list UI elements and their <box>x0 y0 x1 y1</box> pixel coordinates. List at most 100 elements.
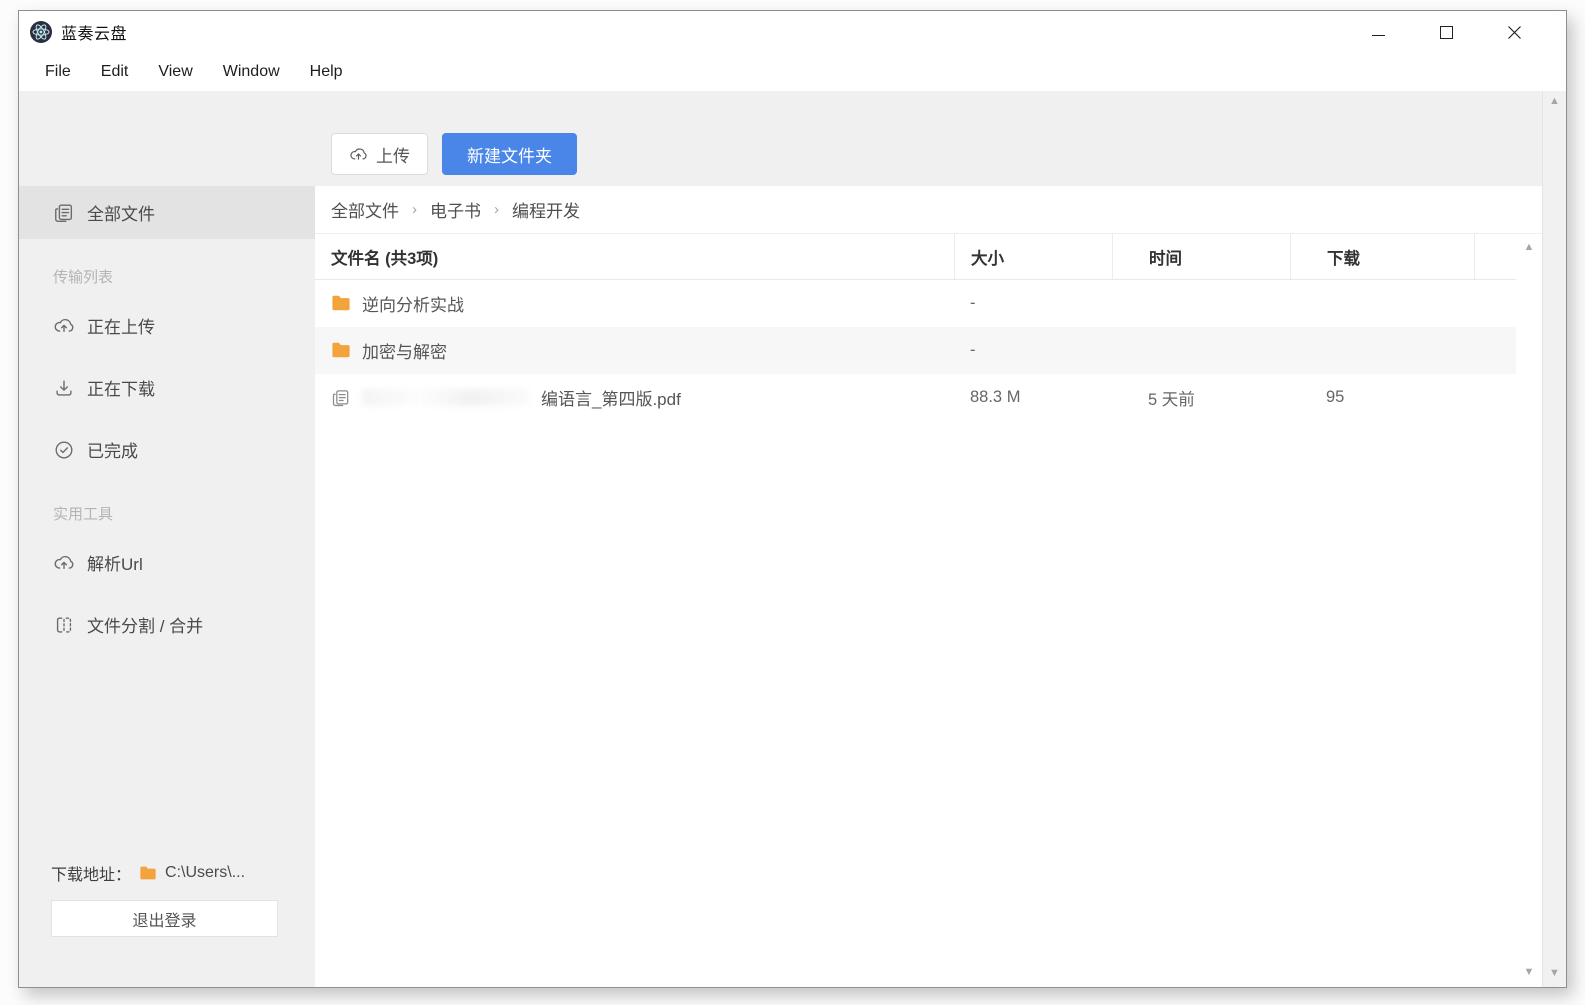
cell-downloads <box>1290 280 1474 327</box>
check-circle-icon <box>53 439 75 461</box>
sidebar-item[interactable]: 已完成 <box>19 423 315 476</box>
cell-size: - <box>954 280 1112 327</box>
file-icon <box>331 388 351 408</box>
table-scroll-down-icon[interactable]: ▼ <box>1524 967 1535 978</box>
cloud-upload-icon <box>53 552 75 574</box>
title-bar: 蓝奏云盘 <box>19 11 1566 53</box>
sidebar: 全部文件传输列表正在上传正在下载已完成实用工具解析Url 文件分割 / 合并 下载… <box>19 91 315 987</box>
sidebar-item[interactable]: 全部文件 <box>19 186 315 239</box>
new-folder-button[interactable]: 新建文件夹 <box>442 133 577 175</box>
sidebar-item[interactable]: 正在下载 <box>19 361 315 414</box>
menu-item-help[interactable]: Help <box>298 59 355 85</box>
menu-item-edit[interactable]: Edit <box>89 59 141 85</box>
cell-size: 88.3 M <box>954 374 1112 421</box>
header-downloads[interactable]: 下载 <box>1290 234 1474 279</box>
table-scroll-up-icon[interactable]: ▲ <box>1524 242 1535 253</box>
window-controls <box>1356 17 1566 47</box>
upload-button-label: 上传 <box>376 142 410 167</box>
sidebar-item-label: 全部文件 <box>87 200 155 225</box>
cell-downloads <box>1290 327 1474 374</box>
breadcrumb-item[interactable]: 编程开发 <box>512 197 580 222</box>
app-window: 蓝奏云盘 FileEditView WindowHelp 全部文件传输列表正在上传… <box>18 10 1567 988</box>
maximize-button[interactable] <box>1424 17 1468 47</box>
menu-bar: FileEditView WindowHelp <box>19 53 1566 91</box>
header-end-spacer <box>1474 234 1516 279</box>
download-path-label: 下载地址： <box>51 861 131 885</box>
window-title: 蓝奏云盘 <box>61 20 127 44</box>
file-table: 文件名 (共3项) 大小 时间 下载 逆向分析实战-加密与解密-编语言_第四版.… <box>315 234 1516 987</box>
cloud-upload-icon <box>349 145 368 164</box>
logout-button[interactable]: 退出登录 <box>51 900 278 937</box>
folder-icon <box>139 865 157 881</box>
sidebar-nav: 全部文件传输列表正在上传正在下载已完成实用工具解析Url 文件分割 / 合并 <box>19 186 315 651</box>
file-panel: 全部文件 › 电子书 › 编程开发 文件名 (共3项) 大小 时间 下载 逆向分析实战 -… <box>315 186 1542 987</box>
close-icon <box>1507 25 1522 40</box>
menu-item-window[interactable]: Window <box>211 59 292 85</box>
maximize-icon <box>1440 26 1453 39</box>
breadcrumb-item[interactable]: 全部文件 <box>331 197 399 222</box>
menu-item-file[interactable]: File <box>33 59 83 85</box>
upload-button[interactable]: 上传 <box>331 133 428 175</box>
cell-time <box>1112 280 1290 327</box>
download-path-value[interactable]: C:\Users\... <box>165 864 245 882</box>
minimize-button[interactable] <box>1356 17 1400 47</box>
redacted-name-prefix <box>362 389 530 406</box>
breadcrumb-separator: › <box>494 201 499 218</box>
window-scroll-up-icon[interactable]: ▲ <box>1549 96 1560 107</box>
table-row[interactable]: 编语言_第四版.pdf 88.3 M5 天前95 <box>315 374 1516 421</box>
sidebar-item[interactable]: 正在上传 <box>19 299 315 352</box>
body: 全部文件传输列表正在上传正在下载已完成实用工具解析Url 文件分割 / 合并 下载… <box>19 91 1566 987</box>
sidebar-item-label: 正在上传 <box>87 313 155 338</box>
menu-item-view[interactable]: View <box>146 59 204 85</box>
sidebar-item[interactable]: 解析Url <box>19 536 315 589</box>
breadcrumb-separator: › <box>412 201 417 218</box>
sidebar-item-label: 文件分割 / 合并 <box>87 612 203 637</box>
cell-name: 编语言_第四版.pdf <box>315 374 954 421</box>
cell-size: - <box>954 327 1112 374</box>
header-size[interactable]: 大小 <box>954 234 1112 279</box>
minimize-icon <box>1372 35 1385 36</box>
cloud-upload-icon <box>53 315 75 337</box>
cell-end-spacer <box>1474 280 1516 327</box>
window-scroll-down-icon[interactable]: ▼ <box>1549 968 1560 979</box>
cell-time: 5 天前 <box>1112 374 1290 421</box>
table-row[interactable]: 加密与解密 - <box>315 327 1516 374</box>
folder-name[interactable]: 加密与解密 <box>362 338 447 363</box>
cell-name: 逆向分析实战 <box>315 280 954 327</box>
folder-icon <box>331 294 351 314</box>
app-logo-icon <box>29 20 53 44</box>
main-content: 上传 新建文件夹 全部文件 › 电子书 › 编程开发 文件名 (共3项) 大小 时间 下… <box>315 91 1542 987</box>
header-name[interactable]: 文件名 (共3项) <box>315 234 954 279</box>
sidebar-section-label: 实用工具 <box>19 496 315 530</box>
cell-time <box>1112 327 1290 374</box>
download-path-row: 下载地址： C:\Users\... <box>51 861 295 885</box>
sidebar-item-label: 正在下载 <box>87 375 155 400</box>
folder-name[interactable]: 逆向分析实战 <box>362 291 464 316</box>
table-wrap: 文件名 (共3项) 大小 时间 下载 逆向分析实战-加密与解密-编语言_第四版.… <box>315 234 1542 987</box>
files-icon <box>53 202 75 224</box>
desktop: 蓝奏云盘 FileEditView WindowHelp 全部文件传输列表正在上传… <box>0 0 1585 1005</box>
cell-end-spacer <box>1474 374 1516 421</box>
header-time[interactable]: 时间 <box>1112 234 1290 279</box>
sidebar-section-label: 传输列表 <box>19 259 315 293</box>
sidebar-item-label: 解析Url <box>87 550 143 575</box>
sidebar-bottom: 下载地址： C:\Users\... 退出登录 <box>19 861 315 987</box>
table-body: 逆向分析实战 - 加密与解密 - 编语言_第四版.pdf 88.3 M5 天前95 <box>315 280 1516 421</box>
sidebar-spacer <box>19 91 315 186</box>
breadcrumb: 全部文件 › 电子书 › 编程开发 <box>315 186 1542 234</box>
table-row[interactable]: 逆向分析实战 - <box>315 280 1516 327</box>
cell-downloads: 95 <box>1290 374 1474 421</box>
download-icon <box>53 377 75 399</box>
file-name[interactable]: 编语言_第四版.pdf <box>541 385 681 410</box>
cell-end-spacer <box>1474 327 1516 374</box>
table-header: 文件名 (共3项) 大小 时间 下载 <box>315 234 1516 280</box>
window-scrollbar: ▲ ▼ <box>1542 91 1566 987</box>
close-button[interactable] <box>1492 17 1536 47</box>
folder-icon <box>331 341 351 361</box>
breadcrumb-item[interactable]: 电子书 <box>430 197 481 222</box>
sidebar-item[interactable]: 文件分割 / 合并 <box>19 598 315 651</box>
table-scrollbar: ▲ ▼ <box>1516 234 1542 987</box>
toolbar: 上传 新建文件夹 <box>315 91 1542 186</box>
sidebar-item-label: 已完成 <box>87 437 138 462</box>
split-icon <box>53 614 75 636</box>
